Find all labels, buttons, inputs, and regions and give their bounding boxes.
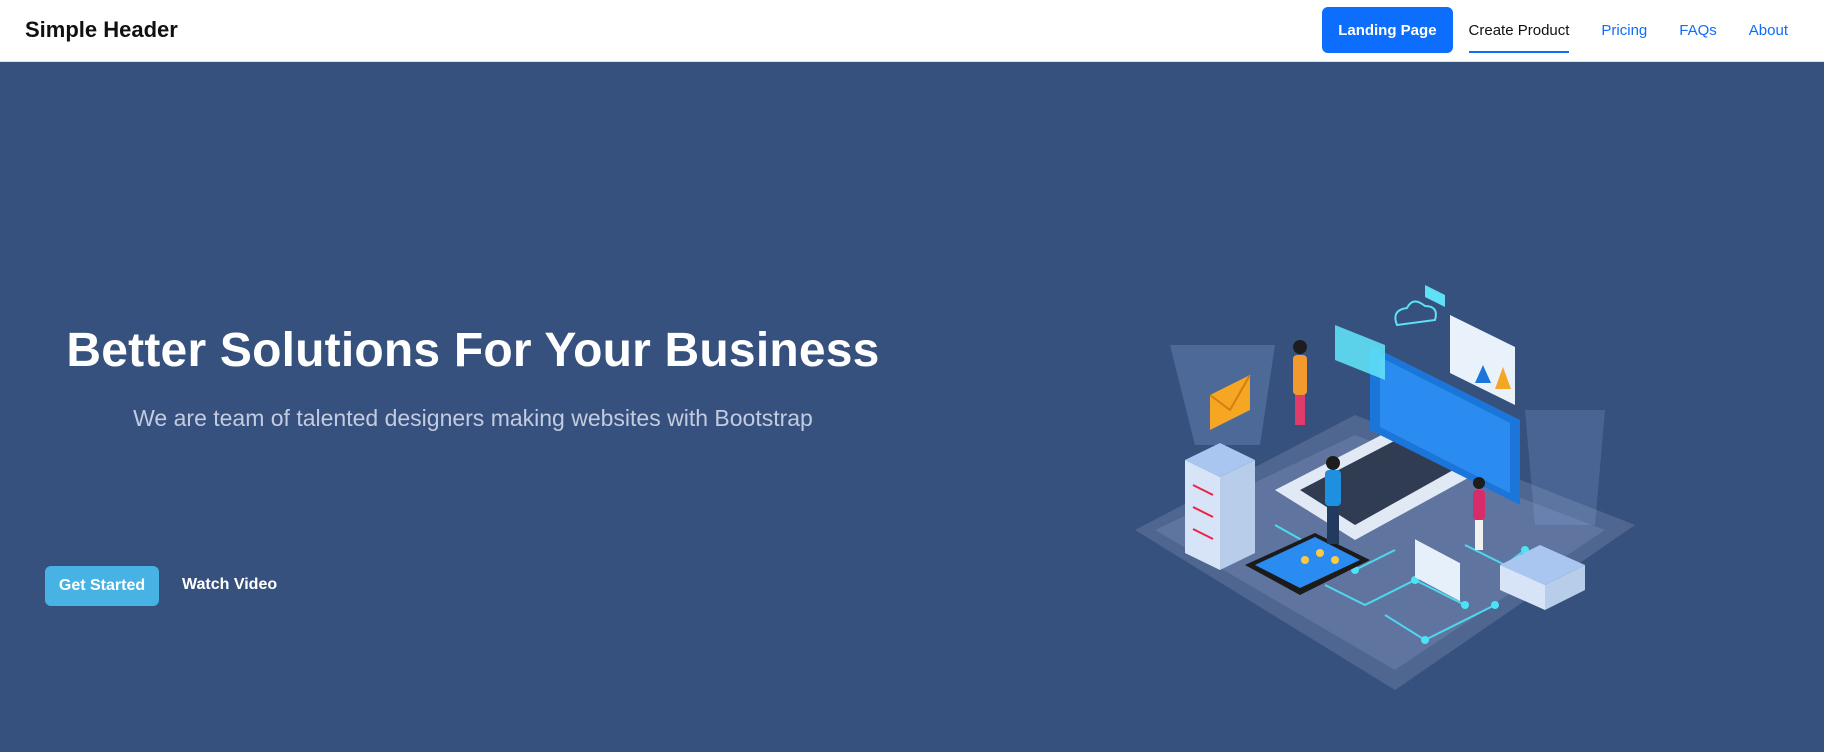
isometric-tech-illustration — [1135, 285, 1635, 690]
nav-about[interactable]: About — [1733, 7, 1804, 53]
get-started-button[interactable]: Get Started — [45, 566, 159, 606]
watch-video-button[interactable]: Watch Video — [182, 576, 277, 594]
hero-subtitle: We are team of talented designers making… — [133, 405, 813, 431]
nav-landing-page[interactable]: Landing Page — [1322, 7, 1453, 53]
nav-pricing[interactable]: Pricing — [1585, 7, 1663, 53]
hero-title: Better Solutions For Your Business — [66, 324, 880, 377]
nav-create-product[interactable]: Create Product — [1453, 7, 1586, 53]
site-header: Simple Header Landing Page Create Produc… — [0, 0, 1824, 62]
main-nav: Landing Page Create Product Pricing FAQs… — [1322, 7, 1804, 53]
nav-faqs[interactable]: FAQs — [1663, 7, 1733, 53]
brand-logo-text[interactable]: Simple Header — [25, 17, 178, 43]
